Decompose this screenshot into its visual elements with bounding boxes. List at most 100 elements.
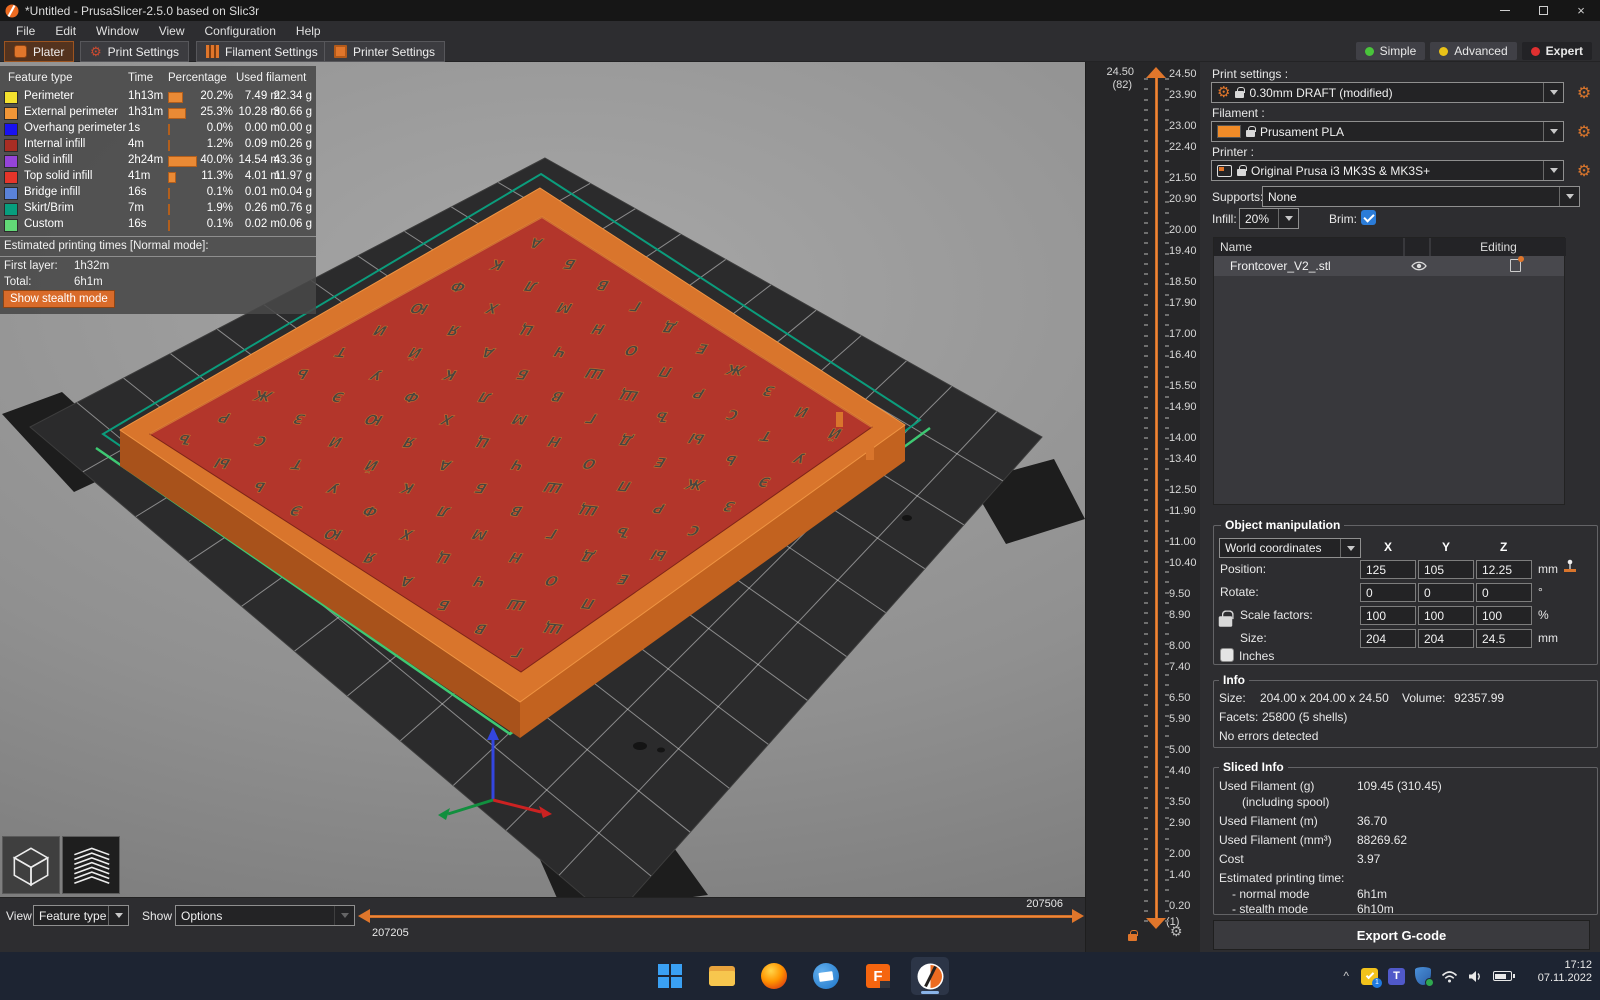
position-y-input[interactable]: 105	[1418, 560, 1474, 579]
slider-settings-gear-icon[interactable]: ⚙	[1170, 924, 1183, 938]
mode-expert-button[interactable]: Expert	[1522, 42, 1592, 60]
start-button[interactable]	[651, 957, 689, 995]
layer-label: 8.90	[1169, 609, 1190, 621]
layer-label: 2.90	[1169, 817, 1190, 829]
layer-tick	[1165, 479, 1169, 481]
object-row[interactable]: Frontcover_V2_.stl	[1214, 256, 1564, 276]
menu-view[interactable]: View	[149, 24, 195, 38]
preview-view-button[interactable]	[62, 836, 120, 894]
layer-tick	[1144, 694, 1148, 696]
printer-select[interactable]: Original Prusa i3 MK3S & MK3S+	[1211, 160, 1564, 181]
brim-checkbox[interactable]	[1361, 210, 1376, 225]
scale-x-input[interactable]: 100	[1360, 606, 1416, 625]
size-y-input[interactable]: 204	[1418, 629, 1474, 648]
layer-tick	[1165, 88, 1169, 90]
rotate-x-input[interactable]: 0	[1360, 583, 1416, 602]
normal-mode-time: 6h1m	[1357, 887, 1387, 901]
layer-tick	[1144, 509, 1148, 511]
fusion360-button[interactable]: F	[859, 957, 897, 995]
layer-label: 22.40	[1169, 141, 1197, 153]
hslider-right-handle[interactable]	[1072, 909, 1084, 923]
layer-tick	[1165, 653, 1169, 655]
uniform-scale-lock-icon[interactable]	[1219, 616, 1233, 627]
layer-lock-icon[interactable]	[1128, 934, 1137, 941]
layer-slider-bottom-handle[interactable]	[1146, 918, 1166, 929]
layer-label: 7.40	[1169, 661, 1190, 673]
rotate-y-input[interactable]: 0	[1418, 583, 1474, 602]
horizontal-move-slider[interactable]	[368, 915, 1074, 918]
prusaslicer-taskbar-button[interactable]	[911, 957, 949, 995]
battery-tray-icon[interactable]	[1493, 971, 1512, 981]
printer-edit-gear[interactable]: ⚙	[1574, 161, 1594, 181]
inches-checkbox[interactable]	[1220, 648, 1234, 662]
filament-select[interactable]: Prusament PLA	[1211, 121, 1564, 142]
layer-slider-track[interactable]	[1155, 78, 1158, 920]
layer-slider-top-handle[interactable]	[1146, 67, 1166, 78]
print-settings-select[interactable]: ⚙ 0.30mm DRAFT (modified)	[1211, 82, 1564, 103]
plater-icon	[14, 45, 27, 58]
view-type-select[interactable]: Feature type	[33, 905, 129, 926]
cost-value: 3.97	[1357, 852, 1380, 866]
file-explorer-button[interactable]	[703, 957, 741, 995]
3d-editor-view-button[interactable]	[2, 836, 60, 894]
menu-configuration[interactable]: Configuration	[195, 24, 286, 38]
layer-tick	[1165, 99, 1169, 101]
tab-filament-settings[interactable]: Filament Settings	[196, 41, 328, 62]
tab-printer-settings[interactable]: Printer Settings	[324, 41, 445, 62]
firefox-button[interactable]	[755, 957, 793, 995]
layer-tick	[1144, 386, 1148, 388]
layer-tick	[1144, 787, 1148, 789]
layer-tick	[1144, 807, 1148, 809]
thunderbird-button[interactable]	[807, 957, 845, 995]
close-button[interactable]: ×	[1562, 0, 1600, 21]
size-x-input[interactable]: 204	[1360, 629, 1416, 648]
security-shield-tray-icon[interactable]	[1415, 967, 1431, 985]
layer-tick	[1165, 191, 1169, 193]
minimize-button[interactable]	[1486, 0, 1524, 21]
menu-file[interactable]: File	[6, 24, 45, 38]
wifi-tray-icon[interactable]	[1441, 970, 1458, 983]
3d-viewport[interactable]: АБВГДЕЖЗИЙКЛМНОПРСТУФХЦЧШЩЪЫЬЭЮЯАБВГДЕЖЗ…	[0, 62, 1085, 897]
infill-select[interactable]: 20%	[1239, 208, 1299, 229]
position-z-input[interactable]: 12.25	[1476, 560, 1532, 579]
visibility-eye-icon[interactable]	[1411, 260, 1427, 272]
layer-tick	[1165, 212, 1169, 214]
editing-column-header[interactable]: Editing	[1431, 238, 1566, 256]
menu-help[interactable]: Help	[286, 24, 331, 38]
tab-plater[interactable]: Plater	[4, 41, 74, 62]
layer-tick	[1165, 704, 1169, 706]
maximize-button[interactable]	[1524, 0, 1562, 21]
filament-edit-gear[interactable]: ⚙	[1574, 122, 1594, 142]
layer-tick	[1165, 222, 1169, 224]
show-stealth-mode-button[interactable]: Show stealth mode	[3, 290, 115, 308]
layer-label: 3.50	[1169, 796, 1190, 808]
supports-select[interactable]: None	[1262, 186, 1580, 207]
drop-to-bed-icon[interactable]	[1562, 559, 1578, 575]
mode-advanced-button[interactable]: Advanced	[1430, 42, 1516, 60]
editing-icon[interactable]	[1510, 259, 1521, 272]
taskbar-clock[interactable]: 17:12 07.11.2022	[1538, 959, 1592, 985]
show-options-select[interactable]: Options	[175, 905, 355, 926]
tray-chevron-up-icon[interactable]: ^	[1343, 969, 1349, 983]
size-z-input[interactable]: 24.5	[1476, 629, 1532, 648]
tab-print-settings[interactable]: ⚙ Print Settings	[80, 41, 189, 62]
layer-tick	[1165, 283, 1169, 285]
menu-edit[interactable]: Edit	[45, 24, 86, 38]
layer-tick	[1144, 150, 1148, 152]
layer-tick	[1165, 324, 1169, 326]
name-column-header[interactable]: Name	[1214, 238, 1403, 256]
tray-app-icon[interactable]: 1	[1361, 968, 1378, 985]
teams-tray-icon[interactable]: T	[1388, 968, 1405, 985]
position-x-input[interactable]: 125	[1360, 560, 1416, 579]
scale-z-input[interactable]: 100	[1476, 606, 1532, 625]
rotate-z-input[interactable]: 0	[1476, 583, 1532, 602]
chevron-down-icon	[334, 906, 354, 925]
scale-y-input[interactable]: 100	[1418, 606, 1474, 625]
hslider-left-handle[interactable]	[358, 909, 370, 923]
coordinates-select[interactable]: World coordinates	[1219, 538, 1361, 558]
export-gcode-button[interactable]: Export G-code	[1213, 920, 1590, 950]
mode-simple-button[interactable]: Simple	[1356, 42, 1426, 60]
volume-tray-icon[interactable]	[1468, 970, 1483, 983]
print-settings-edit-gear[interactable]: ⚙	[1574, 83, 1594, 103]
menu-window[interactable]: Window	[86, 24, 149, 38]
